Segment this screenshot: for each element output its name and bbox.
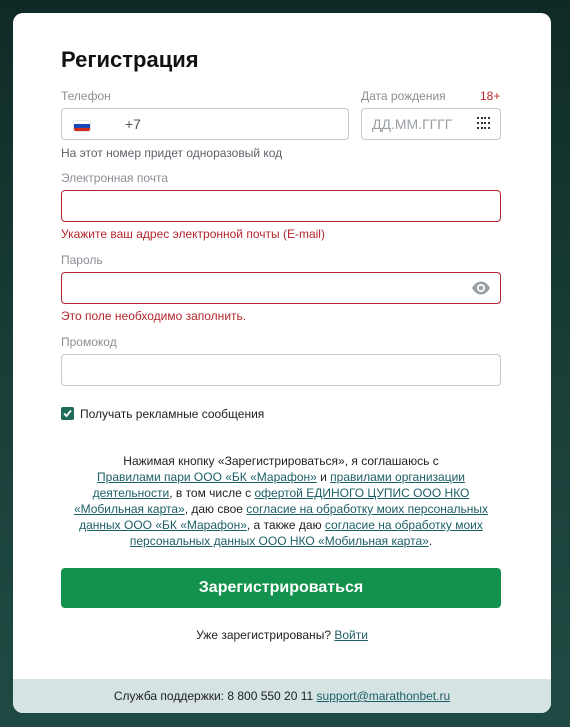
agreement-also: , а также даю xyxy=(246,518,325,532)
promo-label: Промокод xyxy=(61,335,117,349)
birthdate-label: Дата рождения xyxy=(361,89,446,103)
login-prompt: Уже зарегистрированы? Войти xyxy=(13,628,551,642)
calendar-icon[interactable] xyxy=(477,117,491,131)
support-email-link[interactable]: support@marathonbet.ru xyxy=(317,689,451,703)
agreement-intro: Нажимая кнопку «Зарегистрироваться», я с… xyxy=(123,454,439,468)
agreement-including: , в том числе с xyxy=(169,486,255,500)
page-title: Регистрация xyxy=(61,47,199,72)
password-label: Пароль xyxy=(61,253,103,267)
promo-field xyxy=(61,354,501,386)
phone-prefix: +7 xyxy=(125,116,141,132)
checkmark-icon xyxy=(63,409,72,418)
agreement-text: Нажимая кнопку «Зарегистрироваться», я с… xyxy=(61,453,501,549)
login-question: Уже зарегистрированы? xyxy=(196,628,331,642)
russia-flag-icon[interactable] xyxy=(73,120,91,132)
promo-input[interactable] xyxy=(62,355,500,385)
age-badge: 18+ xyxy=(480,89,501,103)
email-label: Электронная почта xyxy=(61,171,169,185)
password-error: Это поле необходимо заполнить. xyxy=(61,309,247,323)
phone-hint: На этот номер придет одноразовый код xyxy=(61,146,283,160)
eye-icon[interactable] xyxy=(471,280,491,301)
password-input[interactable] xyxy=(62,273,500,303)
phone-input[interactable] xyxy=(62,109,348,139)
login-link[interactable]: Войти xyxy=(334,628,368,642)
agreement-give: , даю свое xyxy=(184,502,247,516)
email-input[interactable] xyxy=(62,191,500,221)
agreement-end: . xyxy=(428,534,433,548)
birthdate-field xyxy=(361,108,501,140)
password-field xyxy=(61,272,501,304)
registration-modal: Регистрация Телефон +7 На этот номер при… xyxy=(13,13,551,713)
register-button[interactable]: Зарегистрироваться xyxy=(61,568,501,608)
phone-label: Телефон xyxy=(61,89,111,103)
email-field xyxy=(61,190,501,222)
phone-field: +7 xyxy=(61,108,349,140)
ads-checkbox[interactable] xyxy=(61,407,74,420)
support-phone: Служба поддержки: 8 800 550 20 11 xyxy=(113,689,314,703)
ads-checkbox-label[interactable]: Получать рекламные сообщения xyxy=(80,407,264,421)
betting-rules-link[interactable]: Правилами пари ООО «БК «Марафон» xyxy=(97,470,317,484)
agreement-and: и xyxy=(316,470,331,484)
support-footer: Служба поддержки: 8 800 550 20 11 suppor… xyxy=(13,679,551,713)
email-error: Укажите ваш адрес электронной почты (E-m… xyxy=(61,227,325,241)
